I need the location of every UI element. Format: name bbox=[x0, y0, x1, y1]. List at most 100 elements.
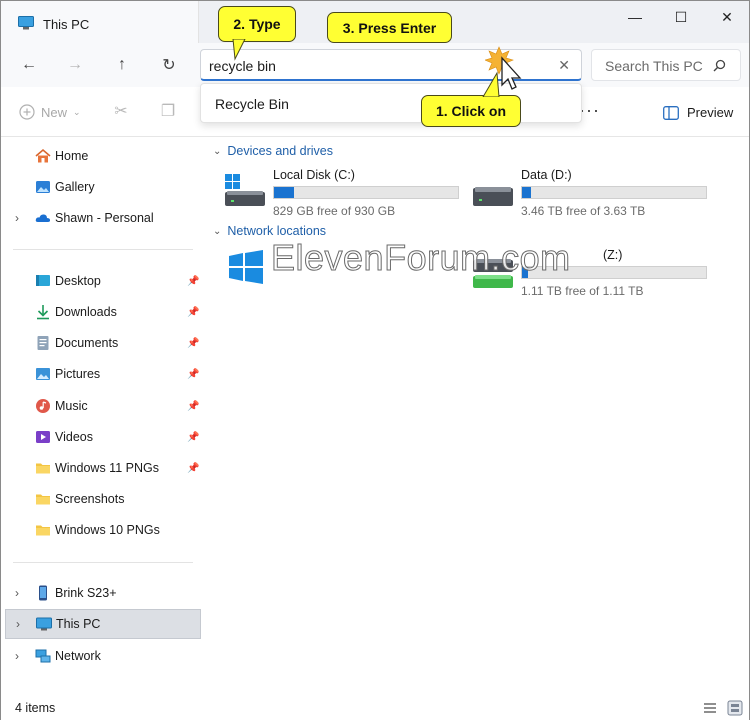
preview-pane-icon bbox=[663, 105, 679, 120]
new-button[interactable]: New ⌄ bbox=[19, 104, 81, 120]
search-input[interactable]: Search This PC bbox=[605, 58, 703, 74]
details-view-icon[interactable] bbox=[702, 700, 718, 716]
refresh-button[interactable]: ↻ bbox=[157, 55, 181, 75]
suggestion-recycle-bin[interactable]: Recycle Bin bbox=[215, 96, 289, 112]
home-icon bbox=[35, 148, 51, 163]
sidebar-item-desktop[interactable]: Desktop 📌 bbox=[5, 266, 201, 296]
item-count: 4 items bbox=[15, 701, 56, 715]
watermark: ElevenForum.com bbox=[271, 237, 571, 279]
network-icon bbox=[35, 649, 51, 663]
pin-icon: 📌 bbox=[187, 431, 200, 443]
gallery-icon bbox=[36, 181, 50, 193]
music-icon bbox=[36, 399, 50, 413]
group-header-network[interactable]: ⌄ Network locations bbox=[213, 224, 326, 238]
drive-usage-bar bbox=[521, 186, 707, 199]
sidebar-item-windows-11-pngs[interactable]: Windows 11 PNGs 📌 bbox=[5, 453, 201, 483]
pictures-icon bbox=[36, 368, 50, 380]
documents-icon bbox=[37, 336, 49, 350]
sidebar-item-windows-10-pngs[interactable]: Windows 10 PNGs bbox=[5, 515, 201, 545]
drive-free-space: 3.46 TB free of 3.63 TB bbox=[521, 204, 646, 218]
tab-title: This PC bbox=[43, 17, 90, 32]
sidebar-item-label: Videos bbox=[55, 430, 93, 444]
sidebar-item-label: Screenshots bbox=[55, 492, 125, 506]
status-bar: 4 items bbox=[1, 696, 749, 720]
cut-icon[interactable]: ✂ bbox=[112, 102, 130, 120]
new-label: New bbox=[41, 104, 68, 120]
folder-icon bbox=[36, 525, 50, 536]
sidebar-item-label: Music bbox=[55, 399, 88, 413]
hard-drive-icon bbox=[473, 187, 513, 206]
tab-this-pc[interactable]: This PC bbox=[1, 1, 199, 43]
copy-icon[interactable]: ❐ bbox=[159, 102, 177, 120]
callout-click-on: 1. Click on bbox=[421, 95, 521, 127]
sidebar-item-gallery[interactable]: Gallery bbox=[5, 172, 201, 202]
desktop-icon bbox=[36, 275, 50, 286]
tiles-view-icon[interactable] bbox=[727, 700, 743, 716]
search-box[interactable]: Search This PC bbox=[591, 49, 741, 81]
sidebar-item-label: Shawn - Personal bbox=[55, 211, 154, 225]
sidebar-item-music[interactable]: Music 📌 bbox=[5, 391, 201, 421]
chevron-right-icon[interactable]: › bbox=[16, 617, 20, 631]
cursor-icon bbox=[485, 46, 522, 90]
maximize-button[interactable]: ☐ bbox=[659, 7, 703, 27]
sidebar-divider bbox=[13, 562, 193, 563]
sidebar-item-label: Windows 11 PNGs bbox=[55, 461, 159, 475]
forward-button[interactable]: → bbox=[63, 55, 87, 75]
folder-icon bbox=[36, 494, 50, 505]
sidebar-item-home[interactable]: Home bbox=[5, 141, 201, 171]
this-pc-icon bbox=[36, 617, 52, 631]
drive-data-d[interactable]: Data (D:) 3.46 TB free of 3.63 TB bbox=[473, 168, 713, 218]
sidebar-item-pictures[interactable]: Pictures 📌 bbox=[5, 359, 201, 389]
sidebar-item-network[interactable]: › Network bbox=[5, 641, 201, 671]
navigation-pane: Home Gallery › Shawn - Personal Desktop … bbox=[1, 138, 205, 696]
sidebar-item-label: Downloads bbox=[55, 305, 117, 319]
close-button[interactable]: ✕ bbox=[705, 7, 749, 27]
clear-icon[interactable]: ✕ bbox=[558, 57, 570, 74]
sidebar-item-label: Desktop bbox=[55, 274, 101, 288]
pin-icon: 📌 bbox=[187, 306, 200, 318]
drive-free-space: 1.11 TB free of 1.11 TB bbox=[521, 284, 644, 298]
sidebar-item-label: Network bbox=[55, 649, 101, 663]
drive-name: Local Disk (C:) bbox=[273, 168, 355, 182]
pin-icon: 📌 bbox=[187, 462, 200, 474]
drive-usage-fill bbox=[522, 187, 532, 198]
sidebar-item-label: Windows 10 PNGs bbox=[55, 523, 160, 537]
folder-icon bbox=[36, 463, 50, 474]
onedrive-cloud-icon bbox=[35, 214, 51, 222]
file-explorer-window: This PC — ☐ ✕ ← → ↑ ↻ recycle bin ✕ Sear… bbox=[0, 0, 750, 720]
chevron-down-icon: ⌄ bbox=[213, 225, 222, 237]
pin-icon: 📌 bbox=[187, 275, 200, 287]
sidebar-item-videos[interactable]: Videos 📌 bbox=[5, 422, 201, 452]
phone-icon bbox=[39, 585, 47, 601]
callout-type-pointer bbox=[232, 39, 246, 61]
chevron-right-icon[interactable]: › bbox=[15, 211, 19, 225]
search-icon bbox=[713, 59, 726, 72]
more-options-button[interactable]: ··· bbox=[579, 100, 600, 121]
videos-icon bbox=[36, 431, 50, 443]
sidebar-item-this-pc[interactable]: › This PC bbox=[5, 609, 201, 639]
minimize-button[interactable]: — bbox=[613, 7, 657, 27]
sidebar-divider bbox=[13, 249, 193, 250]
preview-button[interactable]: Preview bbox=[663, 105, 733, 120]
drive-free-space: 829 GB free of 930 GB bbox=[273, 204, 396, 218]
drive-local-disk-c[interactable]: Local Disk (C:) 829 GB free of 930 GB bbox=[225, 168, 465, 218]
navigation-bar: ← → ↑ ↻ recycle bin ✕ Search This PC bbox=[1, 43, 749, 87]
group-header-label: Network locations bbox=[227, 224, 327, 238]
group-header-devices[interactable]: ⌄ Devices and drives bbox=[213, 144, 333, 158]
preview-label: Preview bbox=[687, 105, 734, 120]
chevron-right-icon[interactable]: › bbox=[15, 586, 19, 600]
sidebar-item-phone[interactable]: › Brink S23+ bbox=[5, 578, 201, 608]
sidebar-item-onedrive[interactable]: › Shawn - Personal bbox=[5, 203, 201, 233]
up-button[interactable]: ↑ bbox=[110, 55, 134, 75]
back-button[interactable]: ← bbox=[17, 55, 41, 75]
chevron-right-icon[interactable]: › bbox=[15, 649, 19, 663]
sidebar-item-screenshots[interactable]: Screenshots bbox=[5, 484, 201, 514]
sidebar-item-documents[interactable]: Documents 📌 bbox=[5, 328, 201, 358]
callout-type: 2. Type bbox=[218, 6, 296, 42]
windows-logo-icon bbox=[229, 250, 263, 284]
sidebar-item-downloads[interactable]: Downloads 📌 bbox=[5, 297, 201, 327]
sidebar-item-label: This PC bbox=[56, 617, 101, 631]
sidebar-item-label: Brink S23+ bbox=[55, 586, 117, 600]
drive-name: (Z:) bbox=[603, 248, 623, 262]
sidebar-item-label: Documents bbox=[55, 336, 119, 350]
